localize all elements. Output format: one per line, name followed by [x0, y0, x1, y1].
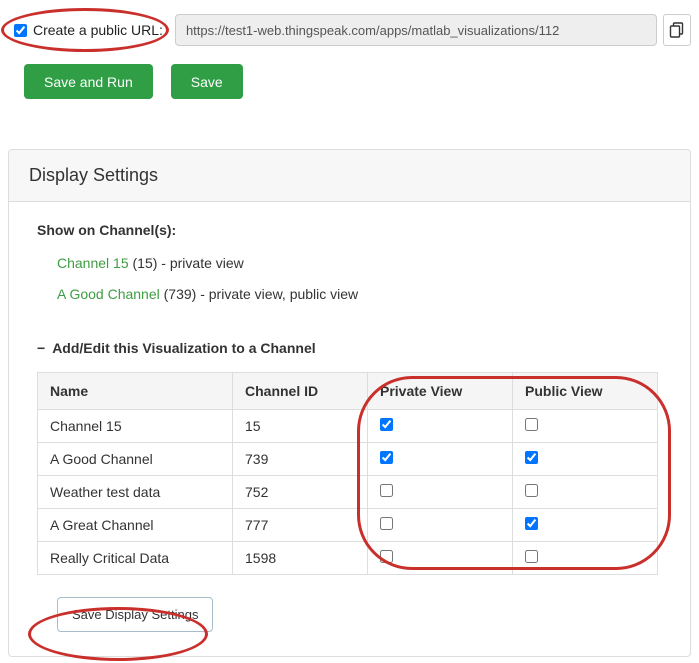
- col-header-public-view: Public View: [513, 373, 658, 410]
- public-view-cell: [513, 443, 658, 476]
- panel-header: Display Settings: [9, 150, 690, 202]
- matlab-visualization-settings-page: Create a public URL: Save and Run Save: [0, 0, 699, 663]
- private-view-cell: [368, 476, 513, 509]
- channel-name-cell: Really Critical Data: [38, 542, 233, 575]
- channel-name-cell: A Good Channel: [38, 443, 233, 476]
- save-display-settings-button[interactable]: Save Display Settings: [57, 597, 213, 632]
- copy-url-button[interactable]: [663, 14, 691, 46]
- channel-view-suffix: (739) - private view, public view: [160, 286, 358, 302]
- public-view-checkbox[interactable]: [525, 484, 538, 497]
- channels-table: Name Channel ID Private View Public View…: [37, 372, 658, 575]
- list-item: Channel 15 (15) - private view: [57, 248, 662, 279]
- add-edit-label: Add/Edit this Visualization to a Channel: [52, 340, 315, 356]
- private-view-cell: [368, 410, 513, 443]
- public-view-cell: [513, 509, 658, 542]
- col-header-channel-id: Channel ID: [233, 373, 368, 410]
- table-header-row: Name Channel ID Private View Public View: [38, 373, 658, 410]
- channel-id-cell: 752: [233, 476, 368, 509]
- save-and-run-button[interactable]: Save and Run: [24, 64, 153, 99]
- channel-id-cell: 1598: [233, 542, 368, 575]
- save-button[interactable]: Save: [171, 64, 243, 99]
- display-settings-panel: Display Settings Show on Channel(s): Cha…: [8, 149, 691, 657]
- channel-name-cell: Channel 15: [38, 410, 233, 443]
- collapse-minus-icon: −: [37, 340, 45, 356]
- private-view-checkbox[interactable]: [380, 451, 393, 464]
- public-url-row: Create a public URL:: [14, 14, 689, 46]
- channel-id-cell: 777: [233, 509, 368, 542]
- public-url-label: Create a public URL:: [33, 22, 163, 38]
- private-view-checkbox[interactable]: [380, 550, 393, 563]
- table-row: Channel 15 15: [38, 410, 658, 443]
- public-view-checkbox[interactable]: [525, 550, 538, 563]
- channel-link[interactable]: A Good Channel: [57, 286, 160, 302]
- public-url-input[interactable]: [175, 14, 657, 46]
- panel-title: Display Settings: [29, 165, 158, 185]
- table-row: Weather test data 752: [38, 476, 658, 509]
- public-url-checkbox[interactable]: [14, 24, 27, 37]
- top-section: Create a public URL: Save and Run Save: [0, 0, 699, 99]
- private-view-checkbox[interactable]: [380, 484, 393, 497]
- col-header-private-view: Private View: [368, 373, 513, 410]
- private-view-cell: [368, 542, 513, 575]
- list-item: A Good Channel (739) - private view, pub…: [57, 279, 662, 310]
- col-header-name: Name: [38, 373, 233, 410]
- public-view-checkbox[interactable]: [525, 418, 538, 431]
- channel-id-cell: 739: [233, 443, 368, 476]
- channel-id-cell: 15: [233, 410, 368, 443]
- private-view-cell: [368, 509, 513, 542]
- action-buttons-row: Save and Run Save: [24, 64, 689, 99]
- add-edit-section-header[interactable]: −Add/Edit this Visualization to a Channe…: [37, 340, 662, 356]
- private-view-checkbox[interactable]: [380, 517, 393, 530]
- public-view-checkbox[interactable]: [525, 451, 538, 464]
- public-url-option: Create a public URL:: [14, 22, 163, 38]
- clipboard-icon: [669, 22, 684, 38]
- channel-name-cell: Weather test data: [38, 476, 233, 509]
- public-view-checkbox[interactable]: [525, 517, 538, 530]
- private-view-cell: [368, 443, 513, 476]
- channel-view-suffix: (15) - private view: [129, 255, 244, 271]
- show-on-channels-label: Show on Channel(s):: [37, 222, 662, 238]
- channel-link[interactable]: Channel 15: [57, 255, 129, 271]
- channel-name-cell: A Great Channel: [38, 509, 233, 542]
- table-row: Really Critical Data 1598: [38, 542, 658, 575]
- private-view-checkbox[interactable]: [380, 418, 393, 431]
- public-view-cell: [513, 410, 658, 443]
- public-view-cell: [513, 476, 658, 509]
- panel-body: Show on Channel(s): Channel 15 (15) - pr…: [9, 202, 690, 656]
- table-row: A Great Channel 777: [38, 509, 658, 542]
- url-group: [175, 14, 691, 46]
- public-view-cell: [513, 542, 658, 575]
- table-row: A Good Channel 739: [38, 443, 658, 476]
